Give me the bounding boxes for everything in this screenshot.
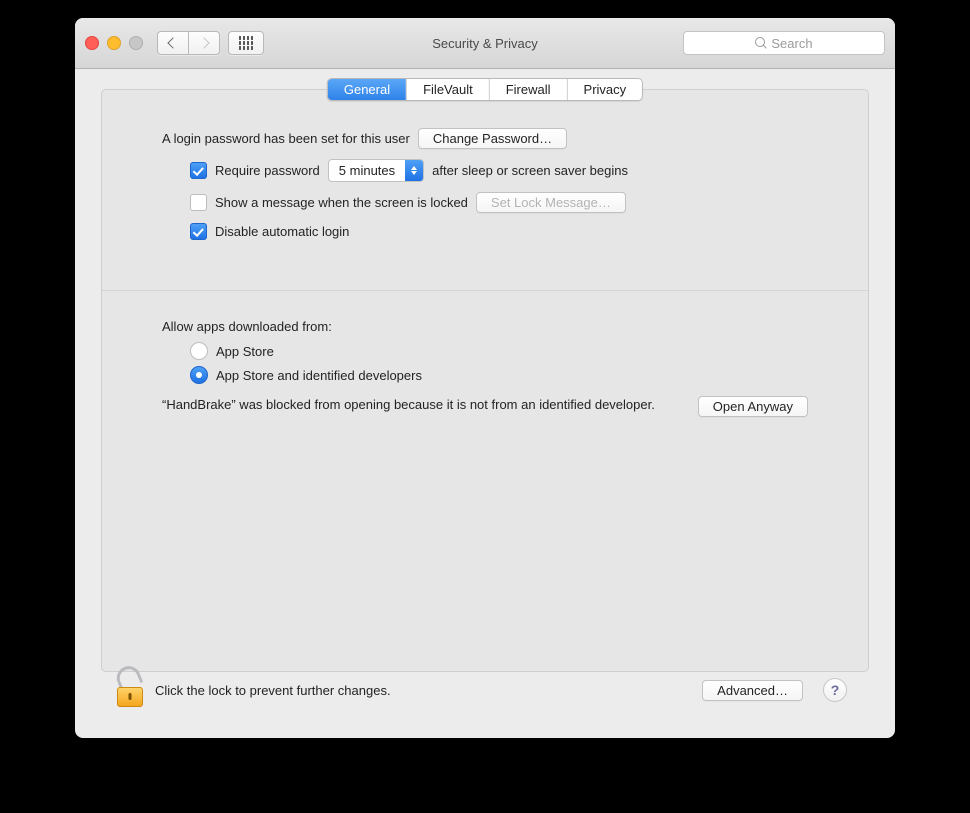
login-password-text: A login password has been set for this u… bbox=[162, 131, 410, 146]
require-password-row: Require password 5 minutes after sleep o… bbox=[162, 159, 808, 182]
tab-filevault[interactable]: FileVault bbox=[407, 79, 490, 100]
radio-app-store[interactable] bbox=[190, 342, 208, 360]
grid-icon bbox=[239, 36, 253, 50]
search-icon bbox=[755, 37, 767, 49]
advanced-button[interactable]: Advanced… bbox=[702, 680, 803, 701]
stepper-icon bbox=[405, 160, 423, 181]
lock-message-checkbox[interactable] bbox=[190, 194, 207, 211]
disable-auto-login-checkbox[interactable] bbox=[190, 223, 207, 240]
back-button[interactable] bbox=[157, 31, 188, 55]
content: General FileVault Firewall Privacy A log… bbox=[75, 69, 895, 738]
footer: Click the lock to prevent further change… bbox=[101, 672, 869, 724]
set-lock-message-button: Set Lock Message… bbox=[476, 192, 626, 213]
tab-bar: General FileVault Firewall Privacy bbox=[327, 78, 643, 101]
lock-message-row: Show a message when the screen is locked… bbox=[162, 192, 808, 213]
lock-message-label: Show a message when the screen is locked bbox=[215, 195, 468, 210]
toolbar: Security & Privacy Search bbox=[75, 18, 895, 69]
blocked-app-row: “HandBrake” was blocked from opening bec… bbox=[134, 396, 808, 417]
require-password-delay-select[interactable]: 5 minutes bbox=[328, 159, 424, 182]
require-password-checkbox[interactable] bbox=[190, 162, 207, 179]
allow-apps-option-appstore: App Store bbox=[162, 342, 808, 360]
open-anyway-button[interactable]: Open Anyway bbox=[698, 396, 808, 417]
require-password-prefix: Require password bbox=[215, 163, 320, 178]
search-field[interactable]: Search bbox=[683, 31, 885, 55]
lock-button[interactable] bbox=[115, 672, 145, 708]
allow-apps-heading: Allow apps downloaded from: bbox=[162, 319, 808, 334]
close-window-button[interactable] bbox=[85, 36, 99, 50]
zoom-window-button bbox=[129, 36, 143, 50]
show-all-button[interactable] bbox=[228, 31, 264, 55]
forward-button bbox=[188, 31, 220, 55]
change-password-button[interactable]: Change Password… bbox=[418, 128, 567, 149]
allow-apps-option-identified: App Store and identified developers bbox=[162, 366, 808, 384]
chevron-right-icon bbox=[198, 37, 209, 48]
window-controls bbox=[85, 36, 143, 50]
radio-app-store-label: App Store bbox=[216, 344, 274, 359]
radio-app-store-identified[interactable] bbox=[190, 366, 208, 384]
disable-auto-login-row: Disable automatic login bbox=[162, 223, 808, 240]
lock-hint-text: Click the lock to prevent further change… bbox=[155, 683, 391, 698]
settings-panel: General FileVault Firewall Privacy A log… bbox=[101, 89, 869, 672]
divider bbox=[102, 290, 868, 291]
require-password-delay-value: 5 minutes bbox=[329, 163, 405, 178]
lock-body-icon bbox=[117, 687, 143, 707]
preferences-window: Security & Privacy Search General FileVa… bbox=[75, 18, 895, 738]
login-password-row: A login password has been set for this u… bbox=[162, 128, 808, 149]
radio-app-store-identified-label: App Store and identified developers bbox=[216, 368, 422, 383]
chevron-left-icon bbox=[167, 37, 178, 48]
nav-back-forward bbox=[157, 31, 220, 55]
disable-auto-login-label: Disable automatic login bbox=[215, 224, 349, 239]
blocked-app-message: “HandBrake” was blocked from opening bec… bbox=[162, 396, 680, 414]
help-button[interactable]: ? bbox=[823, 678, 847, 702]
tab-privacy[interactable]: Privacy bbox=[568, 79, 643, 100]
tab-firewall[interactable]: Firewall bbox=[490, 79, 568, 100]
search-placeholder: Search bbox=[771, 36, 812, 51]
minimize-window-button[interactable] bbox=[107, 36, 121, 50]
require-password-suffix: after sleep or screen saver begins bbox=[432, 163, 628, 178]
tab-general[interactable]: General bbox=[328, 79, 407, 100]
